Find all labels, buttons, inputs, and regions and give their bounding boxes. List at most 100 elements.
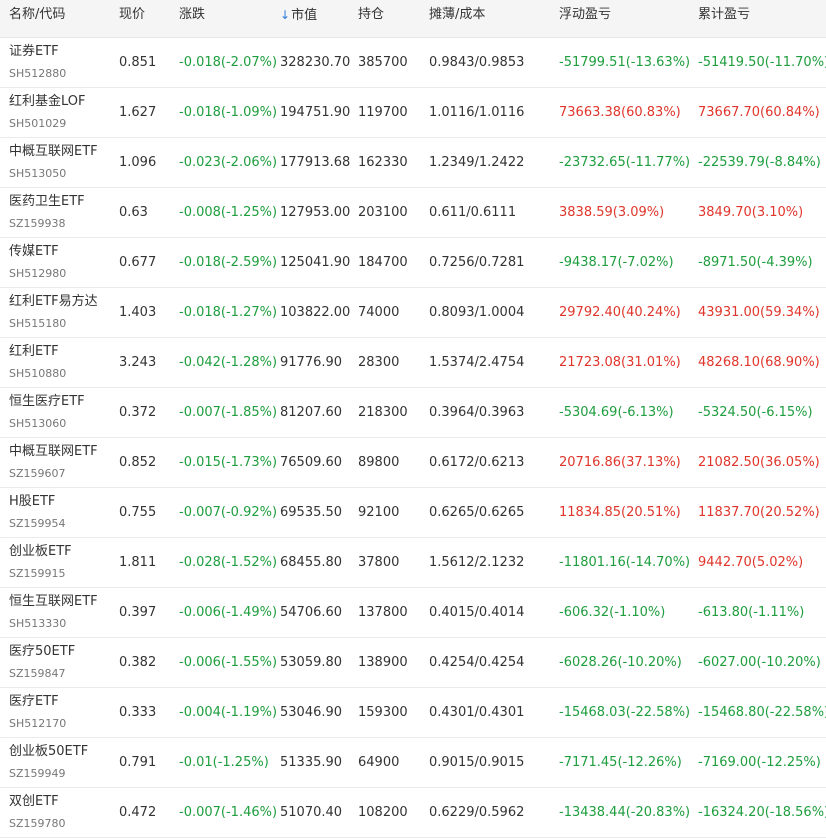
price-cell: 0.851 xyxy=(119,55,157,70)
accumulated-pl-cell: -613.80(-1.11%) xyxy=(698,605,805,620)
holding-cell: 218300 xyxy=(358,405,408,420)
accumulated-pl-cell: 48268.10(68.90%) xyxy=(698,355,820,370)
market-value-cell: 51070.40 xyxy=(280,805,343,820)
price-cell: 0.852 xyxy=(119,455,157,470)
fund-name: 红利ETF易方达 xyxy=(9,294,98,309)
cost-cell: 0.9015/0.9015 xyxy=(429,755,525,770)
cost-cell: 0.4015/0.4014 xyxy=(429,605,525,620)
accumulated-pl-cell: 3849.70(3.10%) xyxy=(698,205,804,220)
holding-cell: 159300 xyxy=(358,705,408,720)
holding-cell: 138900 xyxy=(358,655,408,670)
change-cell: -0.008(-1.25%) xyxy=(179,205,278,220)
table-row[interactable]: 医疗50ETF SZ159847 0.382 -0.006(-1.55%) 53059.… xyxy=(0,638,826,688)
table-row[interactable]: 红利基金LOF SH501029 1.627 -0.018(-1.09%) 194751… xyxy=(0,88,826,138)
change-cell: -0.028(-1.52%) xyxy=(179,555,278,570)
table-header: 名称/代码 现价 涨跌 ↓市值 持仓 摊薄/成本 浮动盈亏 累计盈亏 xyxy=(0,0,826,38)
market-value-cell: 76509.60 xyxy=(280,455,343,470)
price-cell: 1.811 xyxy=(119,555,157,570)
table-row[interactable]: 创业板ETF SZ159915 1.811 -0.028(-1.52%) 68455.8… xyxy=(0,538,826,588)
column-header-floating-pl[interactable]: 浮动盈亏 xyxy=(559,0,611,30)
fund-code: SZ159915 xyxy=(9,567,66,580)
change-cell: -0.006(-1.49%) xyxy=(179,605,278,620)
change-cell: -0.023(-2.06%) xyxy=(179,155,278,170)
table-row[interactable]: 恒生互联网ETF SH513330 0.397 -0.006(-1.49%) 54706… xyxy=(0,588,826,638)
cost-cell: 0.9843/0.9853 xyxy=(429,55,525,70)
accumulated-pl-cell: -8971.50(-4.39%) xyxy=(698,255,813,270)
price-cell: 1.627 xyxy=(119,105,157,120)
market-value-cell: 91776.90 xyxy=(280,355,343,370)
holding-cell: 137800 xyxy=(358,605,408,620)
table-row[interactable]: 医疗ETF SH512170 0.333 -0.004(-1.19%) 53046.90… xyxy=(0,688,826,738)
holding-cell: 37800 xyxy=(358,555,400,570)
column-header-accumulated-pl[interactable]: 累计盈亏 xyxy=(698,0,750,30)
change-cell: -0.018(-2.59%) xyxy=(179,255,278,270)
table-row[interactable]: 医药卫生ETF SZ159938 0.63 -0.008(-1.25%) 127953.… xyxy=(0,188,826,238)
accumulated-pl-cell: -7169.00(-12.25%) xyxy=(698,755,821,770)
price-cell: 1.403 xyxy=(119,305,157,320)
cost-cell: 0.6172/0.6213 xyxy=(429,455,525,470)
table-row[interactable]: H股ETF SZ159954 0.755 -0.007(-0.92%) 69535.50… xyxy=(0,488,826,538)
price-cell: 0.372 xyxy=(119,405,157,420)
table-row[interactable]: 传媒ETF SH512980 0.677 -0.018(-2.59%) 125041.9… xyxy=(0,238,826,288)
table-row[interactable]: 中概互联网ETF SH513050 1.096 -0.023(-2.06%) 17791… xyxy=(0,138,826,188)
holding-cell: 89800 xyxy=(358,455,400,470)
table-row[interactable]: 双创ETF SZ159780 0.472 -0.007(-1.46%) 51070.40… xyxy=(0,788,826,838)
accumulated-pl-cell: -6027.00(-10.20%) xyxy=(698,655,821,670)
table-row[interactable]: 创业板50ETF SZ159949 0.791 -0.01(-1.25%) 51335.… xyxy=(0,738,826,788)
fund-name: 医疗50ETF xyxy=(9,644,76,659)
floating-pl-cell: -7171.45(-12.26%) xyxy=(559,755,682,770)
fund-code: SH501029 xyxy=(9,117,67,130)
floating-pl-cell: -13438.44(-20.83%) xyxy=(559,805,691,820)
fund-code: SH515180 xyxy=(9,317,67,330)
accumulated-pl-cell: 43931.00(59.34%) xyxy=(698,305,820,320)
column-header-price[interactable]: 现价 xyxy=(119,0,145,30)
holding-cell: 385700 xyxy=(358,55,408,70)
fund-code: SZ159847 xyxy=(9,667,66,680)
change-cell: -0.018(-2.07%) xyxy=(179,55,278,70)
table-row[interactable]: 中概互联网ETF SZ159607 0.852 -0.015(-1.73%) 76509… xyxy=(0,438,826,488)
holding-cell: 119700 xyxy=(358,105,408,120)
floating-pl-cell: -15468.03(-22.58%) xyxy=(559,705,691,720)
accumulated-pl-cell: 11837.70(20.52%) xyxy=(698,505,820,520)
price-cell: 3.243 xyxy=(119,355,157,370)
change-cell: -0.018(-1.09%) xyxy=(179,105,278,120)
column-header-market-value[interactable]: ↓市值 xyxy=(280,0,317,31)
holding-cell: 74000 xyxy=(358,305,400,320)
table-row[interactable]: 证券ETF SH512880 0.851 -0.018(-2.07%) 328230.7… xyxy=(0,38,826,88)
market-value-cell: 194751.90 xyxy=(280,105,351,120)
market-value-cell: 53059.80 xyxy=(280,655,343,670)
change-cell: -0.042(-1.28%) xyxy=(179,355,278,370)
table-body: 证券ETF SH512880 0.851 -0.018(-2.07%) 328230.7… xyxy=(0,38,826,838)
market-value-cell: 125041.90 xyxy=(280,255,351,270)
cost-cell: 0.6265/0.6265 xyxy=(429,505,525,520)
fund-code: SZ159938 xyxy=(9,217,66,230)
accumulated-pl-cell: -16324.20(-18.56%) xyxy=(698,805,826,820)
column-header-holding[interactable]: 持仓 xyxy=(358,0,384,30)
column-header-change[interactable]: 涨跌 xyxy=(179,0,205,30)
fund-name: 医疗ETF xyxy=(9,694,59,709)
cost-cell: 0.611/0.6111 xyxy=(429,205,517,220)
market-value-cell: 103822.00 xyxy=(280,305,351,320)
holding-cell: 108200 xyxy=(358,805,408,820)
column-header-cost[interactable]: 摊薄/成本 xyxy=(429,0,485,30)
change-cell: -0.018(-1.27%) xyxy=(179,305,278,320)
cost-cell: 1.0116/1.0116 xyxy=(429,105,525,120)
table-row[interactable]: 恒生医疗ETF SH513060 0.372 -0.007(-1.85%) 81207.… xyxy=(0,388,826,438)
table-row[interactable]: 红利ETF SH510880 3.243 -0.042(-1.28%) 91776.90… xyxy=(0,338,826,388)
holding-cell: 184700 xyxy=(358,255,408,270)
market-value-cell: 127953.00 xyxy=(280,205,351,220)
fund-code: SZ159607 xyxy=(9,467,66,480)
price-cell: 0.382 xyxy=(119,655,157,670)
column-header-name[interactable]: 名称/代码 xyxy=(9,0,65,30)
holding-cell: 92100 xyxy=(358,505,400,520)
fund-name: 传媒ETF xyxy=(9,244,59,259)
floating-pl-cell: -5304.69(-6.13%) xyxy=(559,405,674,420)
fund-code: SH513060 xyxy=(9,417,67,430)
cost-cell: 0.8093/1.0004 xyxy=(429,305,525,320)
table-row[interactable]: 红利ETF易方达 SH515180 1.403 -0.018(-1.27%) 10382… xyxy=(0,288,826,338)
fund-name: 创业板ETF xyxy=(9,544,72,559)
market-value-cell: 68455.80 xyxy=(280,555,343,570)
fund-name: 医药卫生ETF xyxy=(9,194,85,209)
fund-code: SH512980 xyxy=(9,267,67,280)
fund-name: 恒生医疗ETF xyxy=(9,394,85,409)
